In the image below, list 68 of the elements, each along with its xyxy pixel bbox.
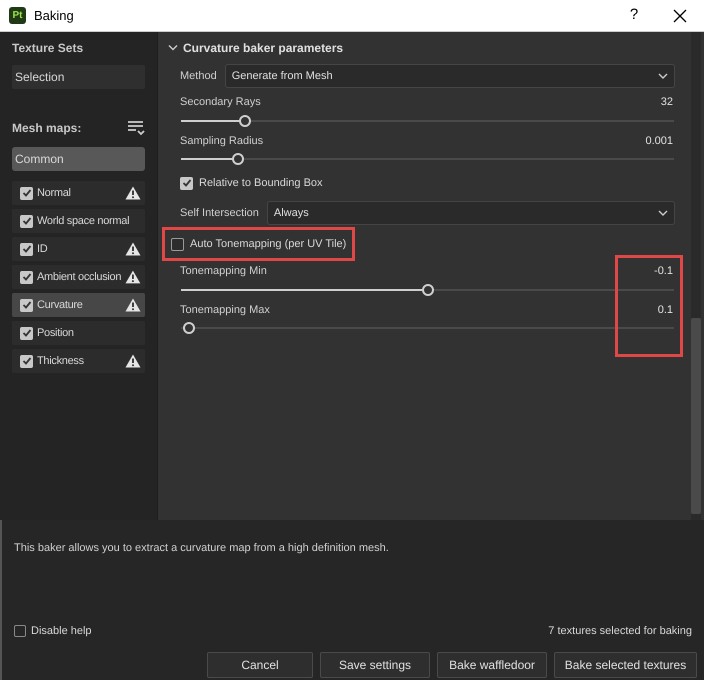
help-button[interactable]: ? [619,0,649,30]
app-logo-icon: Pt [9,7,26,24]
status-text: 7 textures selected for baking [548,624,692,638]
checkbox[interactable] [180,176,193,190]
chevron-icon [658,73,668,79]
slider-thumb[interactable] [239,114,252,126]
section-title: Mesh maps: [12,120,82,137]
slider-value: 0.001 [645,134,673,148]
slider-thumb[interactable] [232,153,244,165]
checkbox[interactable] [20,186,33,200]
slider-value: 32 [660,95,673,110]
slider-value: -0.1 [654,264,673,279]
map-label: Thickness [37,354,85,369]
checkbox[interactable] [171,238,184,250]
dialog-button[interactable]: Save settings [320,652,430,678]
highlighted-option[interactable]: Auto Tonemapping (per UV Tile) [162,227,356,261]
chevron-icon[interactable] [168,44,178,52]
map-item[interactable]: Ambient occlusion [12,265,145,289]
list-filter-icon[interactable] [127,120,145,136]
slider-label: Sampling Radius [180,134,264,148]
help-text: This baker allows you to extract a curvature map from a high definition mesh. [14,541,390,556]
checkbox[interactable] [20,326,33,340]
map-item[interactable]: Normal [12,181,145,205]
slider-label: Tonemapping Max [180,302,270,318]
checkbox-label: Relative to Bounding Box [199,176,323,191]
dialog-button[interactable]: Bake selected textures [554,652,697,678]
field-label: Self Intersection [180,206,259,221]
slider-track[interactable] [181,114,674,128]
map-label: World space normal [37,214,130,229]
scrollbar-thumb[interactable] [691,318,701,514]
map-label: Normal [37,186,72,201]
texture-set-item[interactable]: Selection [12,65,145,89]
dropdown[interactable]: Always [266,201,675,225]
checkbox[interactable] [20,298,33,312]
slider-thumb[interactable] [422,284,434,296]
map-group-tab[interactable]: Common [12,147,145,171]
slider-label: Secondary Rays [180,95,261,110]
slider-thumb[interactable] [183,322,195,334]
map-label: ID [37,242,48,257]
checkbox-label: Disable help [31,624,92,638]
map-item[interactable]: ID [12,237,145,261]
dialog-button[interactable]: Cancel [207,652,313,678]
field-label: Method [180,68,217,84]
checkbox[interactable] [14,624,26,637]
slider-track[interactable] [181,152,674,166]
checkbox[interactable] [20,242,33,256]
slider-track[interactable] [181,321,674,335]
section-title: Texture Sets [12,40,84,57]
panel-title: Curvature baker parameters [183,40,344,57]
map-item[interactable]: Position [12,321,145,345]
close-icon [673,8,687,22]
map-label: Curvature [37,298,84,313]
chevron-icon [658,210,668,216]
slider-track[interactable] [181,282,674,296]
checkbox-label: Auto Tonemapping (per UV Tile) [190,236,346,252]
map-item[interactable]: World space normal [12,209,145,233]
slider-value: 0.1 [658,302,673,318]
checkbox[interactable] [20,354,33,368]
slider-label: Tonemapping Min [180,264,267,279]
window-title: Baking [34,6,74,25]
dropdown[interactable]: Generate from Mesh [224,64,675,88]
map-item[interactable]: Curvature [12,293,145,317]
checkbox[interactable] [20,214,33,228]
map-label: Position [37,326,75,341]
map-item[interactable]: Thickness [12,349,145,373]
checkbox[interactable] [20,270,33,284]
dialog-button[interactable]: Bake waffledoor [437,652,547,678]
map-label: Ambient occlusion [37,270,122,285]
